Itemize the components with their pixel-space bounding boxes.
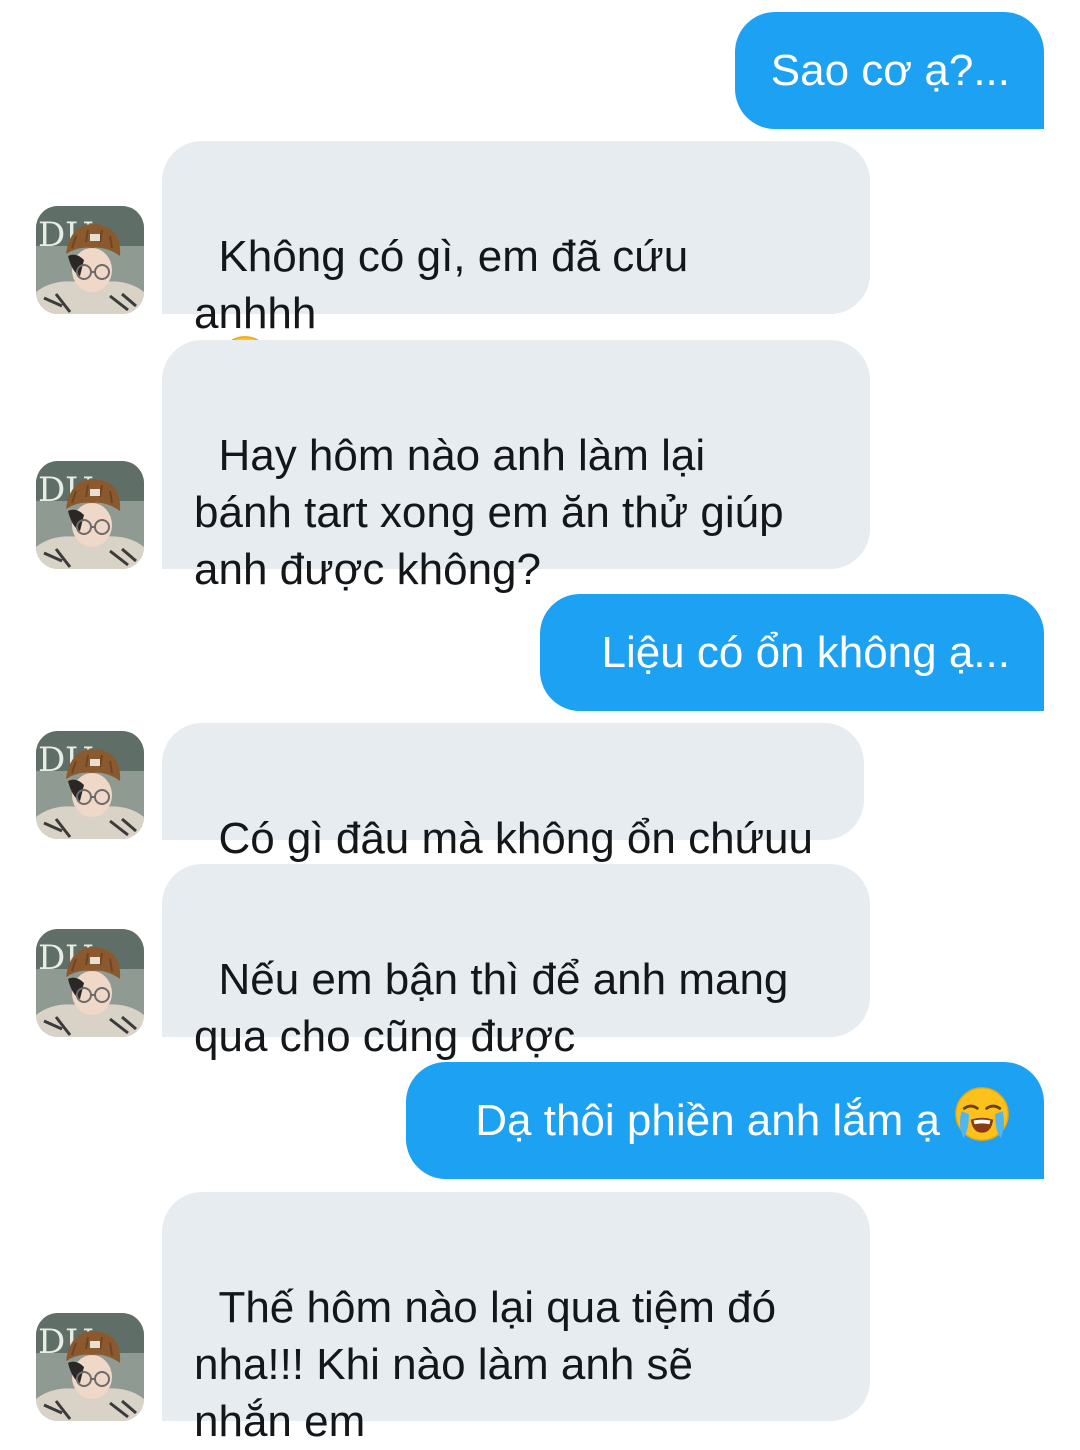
user-avatar-photo-icon bbox=[36, 731, 144, 839]
incoming-message-bubble[interactable]: Không có gì, em đã cứu anhhh bbox=[162, 141, 870, 314]
user-avatar-photo-icon bbox=[36, 929, 144, 1037]
loudly-crying-face-icon bbox=[954, 1086, 1010, 1156]
outgoing-message-bubble[interactable]: Dạ thôi phiền anh lắm ạ bbox=[406, 1062, 1044, 1179]
user-avatar-photo-icon bbox=[36, 461, 144, 569]
message-text: Có gì đâu mà không ổn chứuu bbox=[218, 814, 813, 863]
message-text: Liệu có ổn không ạ... bbox=[601, 628, 1010, 677]
message-text: Sao cơ ạ?... bbox=[770, 46, 1010, 95]
avatar[interactable] bbox=[36, 1313, 144, 1421]
avatar[interactable] bbox=[36, 731, 144, 839]
incoming-message-bubble[interactable]: Có gì đâu mà không ổn chứuu bbox=[162, 723, 864, 863]
message-text: Không có gì, em đã cứu anhhh bbox=[194, 232, 689, 338]
avatar[interactable] bbox=[36, 206, 144, 314]
user-avatar-photo-icon bbox=[36, 1313, 144, 1421]
avatar[interactable] bbox=[36, 929, 144, 1037]
outgoing-message-bubble[interactable]: Liệu có ổn không ạ... bbox=[540, 594, 1044, 711]
avatar[interactable] bbox=[36, 461, 144, 569]
outgoing-message-bubble[interactable]: Sao cơ ạ?... bbox=[735, 12, 1044, 129]
user-avatar-photo-icon bbox=[36, 206, 144, 314]
message-text: Hay hôm nào anh làm lại bánh tart xong e… bbox=[194, 431, 784, 594]
incoming-message-bubble[interactable]: Hay hôm nào anh làm lại bánh tart xong e… bbox=[162, 340, 870, 594]
message-text: Dạ thôi phiền anh lắm ạ bbox=[475, 1096, 940, 1145]
incoming-message-bubble[interactable]: Thế hôm nào lại qua tiệm đó nha!!! Khi n… bbox=[162, 1192, 870, 1446]
message-text: Thế hôm nào lại qua tiệm đó nha!!! Khi n… bbox=[194, 1283, 777, 1446]
message-text: Nếu em bận thì để anh mang qua cho cũng … bbox=[194, 955, 789, 1061]
incoming-message-bubble[interactable]: Nếu em bận thì để anh mang qua cho cũng … bbox=[162, 864, 870, 1061]
